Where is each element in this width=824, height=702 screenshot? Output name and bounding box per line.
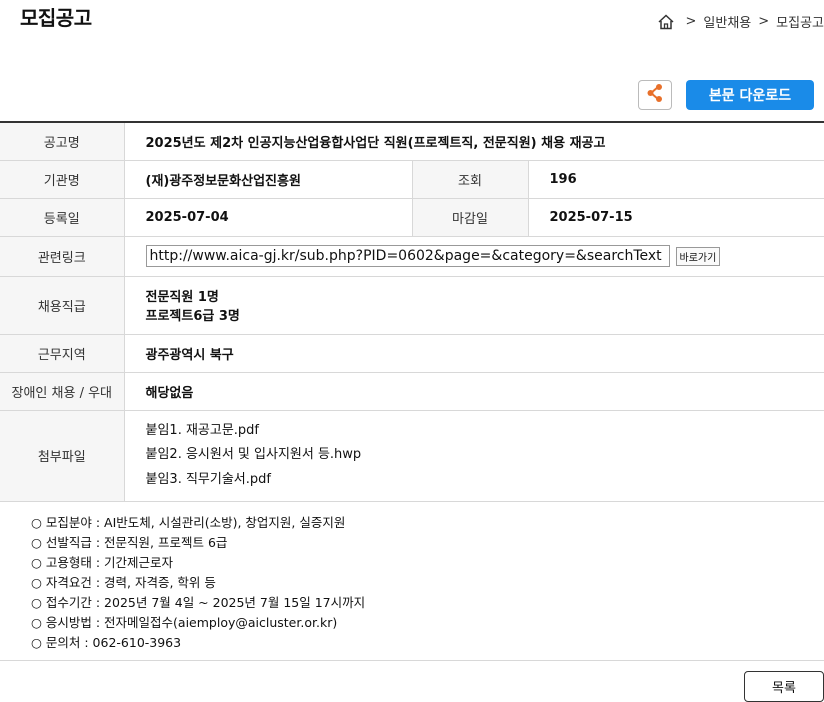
org-header: 기관명 [0,160,125,199]
attachment-link[interactable]: 붙임1. 재공고문.pdf [146,419,824,444]
table-row: 기관명 (재)광주정보문화산업진흥원 조회 196 [0,160,824,199]
link-cell: http://www.aica-gj.kr/sub.php?PID=0602&p… [124,236,824,277]
table-row: 등록일 2025-07-04 마감일 2025-07-15 [0,198,824,237]
disabled-header: 장애인 채용 / 우대 [0,372,125,411]
go-link-button[interactable]: 바로가기 [675,246,721,266]
table-row: 채용직급 전문직원 1명 프로젝트6급 3명 [0,276,824,335]
notice-description: ○ 모집분야 : AI반도체, 시설관리(소방), 창업지원, 실증지원 ○ 선… [31,513,365,653]
attachment-link[interactable]: 붙임2. 응시원서 및 입사지원서 등.hwp [146,443,824,468]
views-value: 196 [528,160,824,199]
table-row: 장애인 채용 / 우대 해당없음 [0,372,824,411]
grade-cell: 전문직원 1명 프로젝트6급 3명 [124,276,824,335]
link-header: 관련링크 [0,236,125,277]
related-link-field[interactable]: http://www.aica-gj.kr/sub.php?PID=0602&p… [145,245,670,267]
grade-item: 전문직원 1명 [145,290,219,305]
deadline-value: 2025-07-15 [528,198,824,237]
download-body-button[interactable]: 본문 다운로드 [686,80,814,110]
share-icon [646,83,664,107]
notice-info-table: 공고명 2025년도 제2차 인공지능산업융합사업단 직원(프로젝트직, 전문직… [0,121,824,502]
notice-title: 2025년도 제2차 인공지능산업융합사업단 직원(프로젝트직, 전문직원) 채… [124,121,824,161]
breadcrumb: > 일반채용 > 모집공고 [657,12,824,31]
views-header: 조회 [411,160,529,199]
table-row: 근무지역 광주광역시 북구 [0,334,824,373]
description-line: ○ 문의처 : 062-610-3963 [31,635,182,650]
description-line: ○ 접수기간 : 2025년 7월 4일 ~ 2025년 7월 15일 17시까… [31,595,366,610]
table-row: 공고명 2025년도 제2차 인공지능산업융합사업단 직원(프로젝트직, 전문직… [0,121,824,161]
attach-header: 첨부파일 [0,410,125,502]
deadline-header: 마감일 [411,198,529,237]
description-line: ○ 모집분야 : AI반도체, 시설관리(소방), 창업지원, 실증지원 [31,515,346,530]
grade-item: 프로젝트6급 3명 [145,309,240,324]
description-line: ○ 선발직급 : 전문직원, 프로젝트 6급 [31,535,228,550]
share-button[interactable] [638,80,672,110]
attach-cell: 붙임1. 재공고문.pdf 붙임2. 응시원서 및 입사지원서 등.hwp 붙임… [124,410,824,502]
home-icon[interactable] [657,13,675,31]
attachment-link[interactable]: 붙임3. 직무기술서.pdf [146,468,824,493]
breadcrumb-separator: > [685,14,697,29]
breadcrumb-separator: > [758,14,770,29]
breadcrumb-item-general[interactable]: 일반채용 [703,12,751,31]
divider [0,660,824,661]
disabled-value: 해당없음 [124,372,824,411]
reg-date-value: 2025-07-04 [124,198,412,237]
grade-header: 채용직급 [0,276,125,335]
region-value: 광주광역시 북구 [124,334,824,373]
breadcrumb-item-notice[interactable]: 모집공고 [776,12,824,31]
description-line: ○ 자격요건 : 경력, 자격증, 학위 등 [31,575,216,590]
description-line: ○ 고용형태 : 기간제근로자 [31,555,174,570]
table-row: 관련링크 http://www.aica-gj.kr/sub.php?PID=0… [0,236,824,277]
region-header: 근무지역 [0,334,125,373]
description-line: ○ 응시방법 : 전자메일접수(aiemploy@aicluster.or.kr… [31,615,338,630]
table-row: 첨부파일 붙임1. 재공고문.pdf 붙임2. 응시원서 및 입사지원서 등.h… [0,410,824,502]
title-header: 공고명 [0,121,125,161]
org-value: (재)광주정보문화산업진흥원 [124,160,412,199]
page-title: 모집공고 [20,6,92,30]
reg-date-header: 등록일 [0,198,125,237]
list-button[interactable]: 목록 [744,671,824,702]
